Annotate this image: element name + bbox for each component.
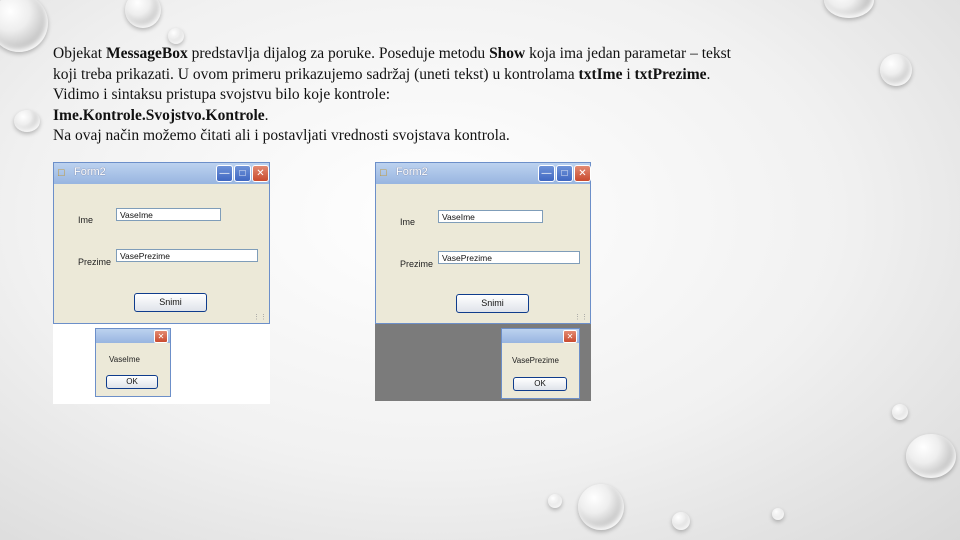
minimize-icon[interactable]: — [216,165,233,182]
message-box-title-bar: ✕ [502,329,579,343]
screenshot-right: □ Form2 — □ ✕ Ime VaseIme Prezime VasePr… [375,162,591,401]
close-icon[interactable]: ✕ [252,165,269,182]
screenshot-left: □ Form2 — □ ✕ Ime VaseIme Prezime VasePr… [53,162,270,404]
message-text: VasePrezime [512,356,559,365]
keyword-txtime: txtIme [578,65,623,83]
water-drop-decoration [125,0,161,28]
keyword-syntax: Ime.Kontrole.Svojstvo.Kontrole [53,106,265,124]
keyword-txtprezime: txtPrezime [634,65,707,83]
close-icon[interactable]: ✕ [563,330,577,343]
form-app-icon: □ [380,167,387,179]
text-span: predstavlja dijalog za poruke. Poseduje … [187,45,490,62]
text-line-3: Vidimo i sintaksu pristupa svojstvu bilo… [53,86,391,103]
txtprezime-field[interactable]: VasePrezime [438,251,580,264]
slide-text: Objekat MessageBox predstavlja dijalog z… [53,44,893,147]
snimi-button[interactable]: Snimi [134,293,207,312]
maximize-icon[interactable]: □ [556,165,573,182]
ok-button[interactable]: OK [106,375,158,389]
water-drop-decoration [824,0,874,18]
label-ime: Ime [400,217,416,227]
ok-button[interactable]: OK [513,377,567,391]
snimi-button[interactable]: Snimi [456,294,529,313]
water-drop-decoration [672,512,690,530]
txtprezime-field[interactable]: VasePrezime [116,249,258,262]
text-span: Objekat [53,45,106,62]
text-span: i [622,65,635,83]
water-drop-decoration [892,404,908,420]
water-drop-decoration [772,508,784,520]
water-drop-decoration [14,110,40,132]
water-drop-decoration [168,28,184,44]
message-box: ✕ VaseIme OK [95,328,171,397]
water-drop-decoration [0,0,48,52]
label-prezime: Prezime [400,259,434,269]
title-bar: □ Form2 — □ ✕ [54,163,269,184]
minimize-icon[interactable]: — [538,165,555,182]
text-line-5: Na ovaj način možemo čitati ali i postav… [53,127,510,144]
text-line-4: Ime.Kontrole.Svojstvo.Kontrole. [53,106,893,127]
window-title: Form2 [74,166,106,178]
resize-grip[interactable]: ⋮⋮ [574,313,588,321]
close-icon[interactable]: ✕ [154,330,168,343]
form-window: □ Form2 — □ ✕ Ime VaseIme Prezime VasePr… [53,162,270,324]
label-ime: Ime [78,215,94,225]
form-app-icon: □ [58,167,65,179]
text-span: koja ima jedan parametar – tekst [525,45,731,62]
label-prezime: Prezime [78,257,112,267]
message-box-title-bar: ✕ [96,329,170,343]
form-window: □ Form2 — □ ✕ Ime VaseIme Prezime VasePr… [375,162,591,324]
close-icon[interactable]: ✕ [574,165,591,182]
text-span: . [706,65,711,83]
text-line-1: Objekat MessageBox predstavlja dijalog z… [53,44,893,65]
text-line-2: koji treba prikazati. U ovom primeru pri… [53,65,893,86]
maximize-icon[interactable]: □ [234,165,251,182]
text-span: . [264,106,269,124]
txtime-field[interactable]: VaseIme [438,210,543,223]
keyword-messagebox: MessageBox [105,45,188,62]
txtime-field[interactable]: VaseIme [116,208,221,221]
water-drop-decoration [578,484,624,530]
message-box: ✕ VasePrezime OK [501,328,580,399]
water-drop-decoration [906,434,956,478]
water-drop-decoration [548,494,562,508]
title-bar: □ Form2 — □ ✕ [376,163,591,184]
window-title: Form2 [396,166,428,178]
message-text: VaseIme [109,355,140,364]
keyword-show: Show [489,45,526,62]
resize-grip[interactable]: ⋮⋮ [253,313,267,321]
text-span: koji treba prikazati. U ovom primeru pri… [53,65,579,83]
